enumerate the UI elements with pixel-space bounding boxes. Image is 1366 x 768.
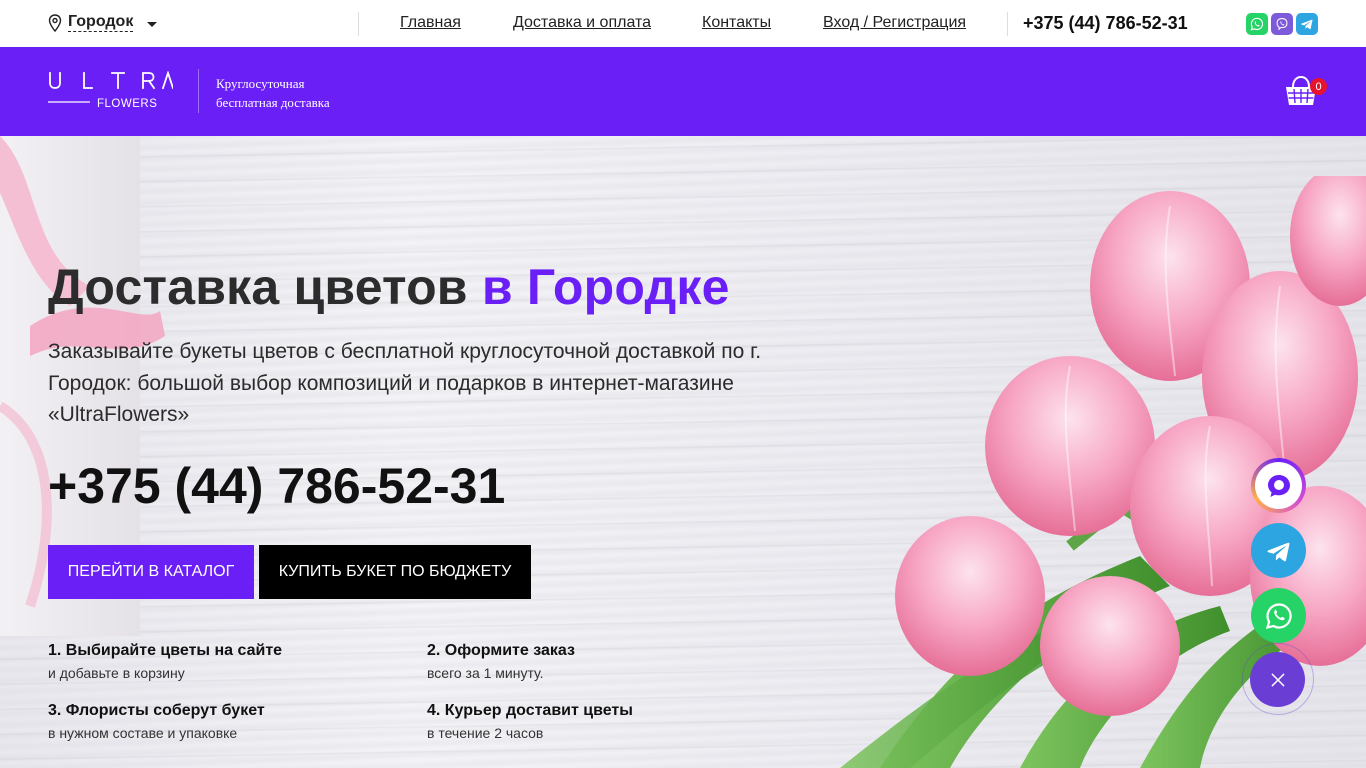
step-item: 4. Курьер доставит цветы в течение 2 час… [427,702,633,741]
divider [198,69,199,113]
step-title: 2. Оформите заказ [427,642,575,659]
top-phone[interactable]: +375 (44) 786-52-31 [1023,13,1188,34]
chat-bubble-icon [1267,474,1290,497]
tagline-line-1: Круглосуточная [216,76,305,91]
chevron-down-icon[interactable] [147,21,158,27]
chat-widget-inner [1255,462,1302,509]
step-title: 3. Флористы соберут букет [48,702,265,719]
telegram-chat-button[interactable] [1251,523,1306,578]
city-name[interactable]: Городок [68,13,134,32]
top-bar: Городок Главная Доставка и оплата Контак… [0,0,1366,47]
step-desc: в течение 2 часов [427,725,544,741]
hero-title-accent: в Городке [481,259,730,315]
nav-login-register[interactable]: Вход / Регистрация [823,14,966,32]
telegram-icon [1267,542,1289,561]
location-pin-icon [48,13,62,32]
site-header: FLOWERS Круглосуточная бесплатная достав… [0,47,1366,136]
chat-widget-button[interactable] [1251,458,1306,513]
divider [1007,12,1008,36]
step-desc: в нужном составе и упаковке [48,725,238,741]
whatsapp-icon[interactable] [1246,13,1268,35]
buy-by-budget-button[interactable]: Купить букет по бюджету [259,545,531,599]
step-title: 4. Курьер доставит цветы [427,702,633,719]
whatsapp-chat-button[interactable] [1251,588,1306,643]
messenger-links [1246,13,1318,35]
hero-phone[interactable]: +375 (44) 786-52-31 [48,457,505,515]
close-icon [1271,673,1284,686]
step-item: 3. Флористы соберут букет в нужном соста… [48,702,265,741]
nav-delivery-payment[interactable]: Доставка и оплата [513,14,651,32]
city-selector[interactable]: Городок [48,13,158,32]
close-widgets-button[interactable] [1250,652,1305,707]
hero-title-main: Доставка цветов [48,259,468,315]
step-item: 1. Выбирайте цветы на сайте и добавьте в… [48,642,282,681]
hero-lead-text: Заказывайте букеты цветов с бесплатной к… [48,340,762,426]
nav-home[interactable]: Главная [400,14,461,32]
go-to-catalog-button[interactable]: Перейти в каталог [48,545,254,599]
step-desc: всего за 1 минуту. [427,665,544,681]
divider [358,12,359,36]
step-item: 2. Оформите заказ всего за 1 минуту. [427,642,575,681]
ultraflowers-logo[interactable]: FLOWERS [48,71,173,111]
hero-section: Доставка цветов в Городке Заказывайте бу… [0,136,1366,768]
tagline-line-2: бесплатная доставка [216,95,330,110]
step-title: 1. Выбирайте цветы на сайте [48,642,283,659]
svg-text:FLOWERS: FLOWERS [97,98,157,110]
viber-icon[interactable] [1271,13,1293,35]
step-desc: и добавьте в корзину [48,665,185,681]
telegram-icon[interactable] [1296,13,1318,35]
cart-count-badge[interactable]: 0 [1310,78,1327,95]
nav-contacts[interactable]: Контакты [702,14,771,32]
header-tagline: Круглосуточная бесплатная доставка [216,74,330,112]
whatsapp-icon [1265,602,1292,629]
hero-title: Доставка цветов в Городке [48,258,730,316]
